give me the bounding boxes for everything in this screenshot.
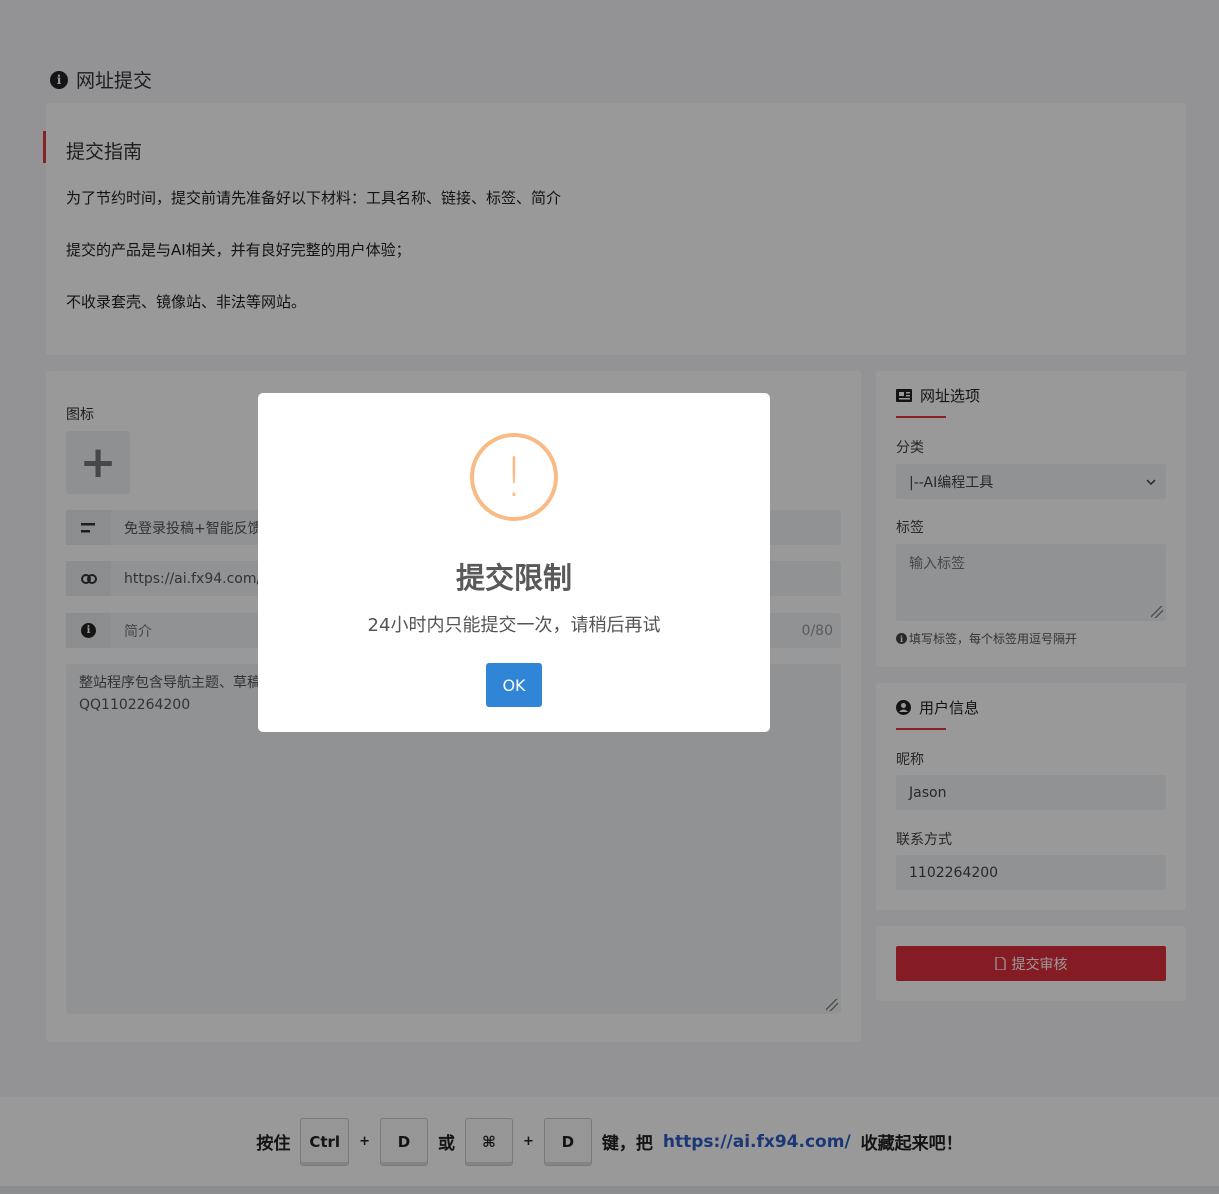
modal-title: 提交限制: [455, 561, 572, 595]
modal-message: 24小时内只能提交一次，请稍后再试: [367, 615, 661, 636]
alert-modal: ! 提交限制 24小时内只能提交一次，请稍后再试 OK: [258, 393, 770, 732]
ok-button[interactable]: OK: [486, 663, 542, 707]
warning-icon: !: [470, 433, 558, 521]
